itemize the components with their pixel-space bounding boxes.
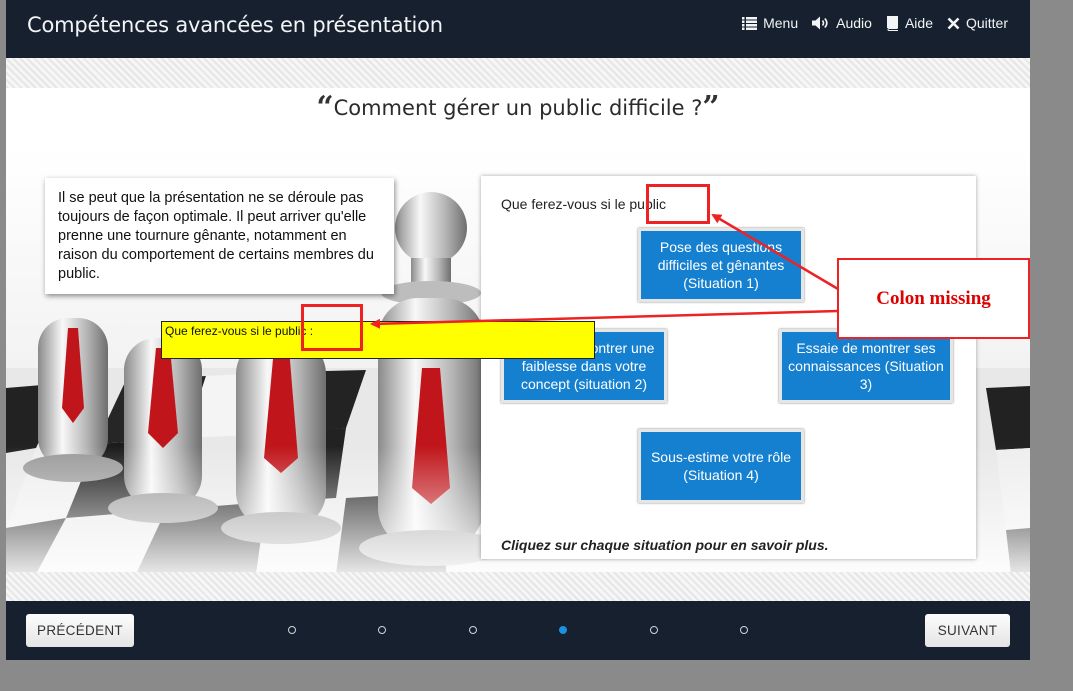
bottom-stripe: [6, 572, 1030, 602]
situations-panel: Que ferez-vous si le public Pose des que…: [481, 176, 976, 559]
book-icon: [886, 15, 899, 31]
missing-colon-marker-highlight: [301, 304, 363, 351]
open-quote: “: [316, 90, 334, 125]
speaker-icon: [812, 16, 830, 30]
situation-1-button[interactable]: Pose des questions difficiles et gênante…: [638, 228, 804, 302]
list-icon: [742, 16, 758, 30]
next-button[interactable]: SUIVANT: [925, 614, 1010, 647]
top-bar: Compétences avancées en présentation Men…: [6, 0, 1030, 58]
quit-label: Quitter: [965, 15, 1008, 31]
page-dot-6[interactable]: [740, 626, 748, 634]
corrected-text-highlight: Que ferez-vous si le public :: [161, 321, 595, 359]
quit-button[interactable]: Quitter: [947, 15, 1008, 31]
page-dot-4-active[interactable]: [559, 626, 567, 634]
intro-text-box: Il se peut que la présentation ne se dér…: [45, 178, 394, 294]
missing-colon-marker-panel: [646, 184, 710, 224]
top-menu: Menu Audio Aide Quitter: [742, 15, 1008, 31]
help-label: Aide: [904, 15, 933, 31]
help-button[interactable]: Aide: [886, 15, 933, 31]
situation-3-button[interactable]: Essaie de montrer ses connaissances (Sit…: [779, 329, 953, 403]
bottom-nav-bar: PRÉCÉDENT SUIVANT: [6, 601, 1030, 660]
course-title: Compétences avancées en présentation: [27, 13, 443, 37]
heading-text: Comment gérer un public difficile ?: [333, 96, 703, 120]
audio-button[interactable]: Audio: [812, 15, 872, 31]
page-dot-3[interactable]: [469, 626, 477, 634]
menu-label: Menu: [763, 15, 799, 31]
situation-4-button[interactable]: Sous-estime votre rôle (Situation 4): [638, 429, 804, 503]
slide-heading: “Comment gérer un public difficile ?”: [6, 90, 1030, 125]
page-dot-1[interactable]: [288, 626, 296, 634]
page-dot-2[interactable]: [378, 626, 386, 634]
audio-label: Audio: [836, 15, 872, 31]
close-icon: [947, 17, 960, 30]
previous-button[interactable]: PRÉCÉDENT: [26, 614, 134, 647]
menu-button[interactable]: Menu: [742, 15, 798, 31]
question-prompt: Que ferez-vous si le public: [501, 196, 666, 212]
colon-missing-callout: Colon missing: [837, 258, 1030, 339]
close-quote: ”: [702, 90, 720, 125]
top-stripe: [6, 58, 1030, 88]
page-dot-5[interactable]: [650, 626, 658, 634]
instruction-text: Cliquez sur chaque situation pour en sav…: [501, 537, 829, 553]
